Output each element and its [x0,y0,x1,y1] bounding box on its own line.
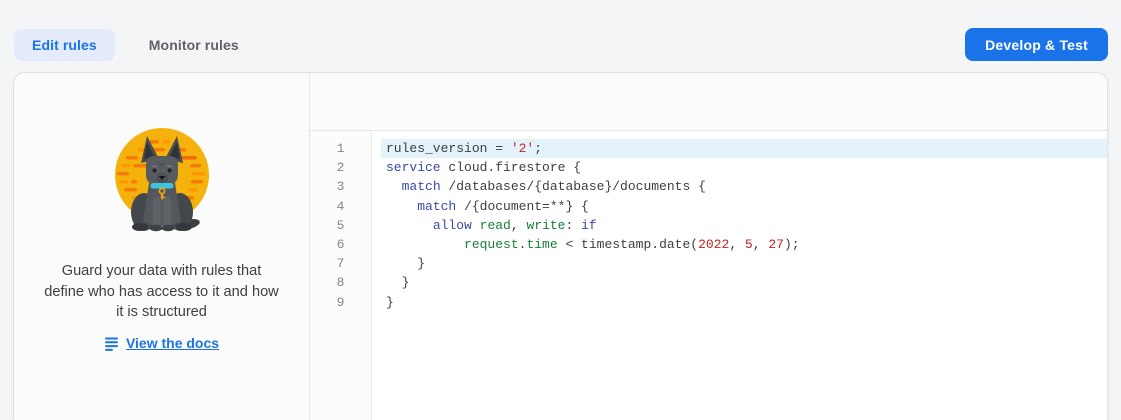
view-docs-link[interactable]: View the docs [104,335,219,351]
code-line[interactable]: } [381,254,1107,273]
code-line[interactable]: } [381,273,1107,292]
line-number: 7 [310,254,371,273]
rules-card: Guard your data with rules that define w… [13,72,1108,420]
code-line[interactable]: rules_version = '2'; [381,139,1107,158]
view-docs-label: View the docs [126,335,219,351]
editor-toolbar [310,73,1107,131]
code-line[interactable]: request.time < timestamp.date(2022, 5, 2… [381,235,1107,254]
code-editor[interactable]: 123456789 rules_version = '2';service cl… [310,131,1107,420]
line-number: 6 [310,235,371,254]
line-number: 4 [310,197,371,216]
code-lines[interactable]: rules_version = '2';service cloud.firest… [372,131,1107,420]
line-number: 9 [310,293,371,312]
line-number: 2 [310,158,371,177]
short-text-icon [104,335,120,351]
rules-editor-panel: 123456789 rules_version = '2';service cl… [310,73,1107,420]
develop-test-button[interactable]: Develop & Test [965,28,1108,61]
line-number: 8 [310,273,371,292]
code-line[interactable]: match /databases/{database}/documents { [381,177,1107,196]
line-number: 5 [310,216,371,235]
tab-monitor-rules[interactable]: Monitor rules [131,29,257,61]
line-number: 1 [310,139,371,158]
tab-edit-rules[interactable]: Edit rules [14,29,115,61]
rules-tab-bar: Edit rules Monitor rules Develop & Test [14,28,1108,61]
rules-description-text: Guard your data with rules that define w… [41,261,283,323]
guard-dog-illustration [102,119,222,239]
code-line[interactable]: allow read, write: if [381,216,1107,235]
line-number: 3 [310,177,371,196]
code-line[interactable]: service cloud.firestore { [381,158,1107,177]
code-line[interactable]: } [381,293,1107,312]
line-number-gutter: 123456789 [310,131,372,420]
rules-info-sidebar: Guard your data with rules that define w… [14,73,310,420]
code-line[interactable]: match /{document=**} { [381,197,1107,216]
